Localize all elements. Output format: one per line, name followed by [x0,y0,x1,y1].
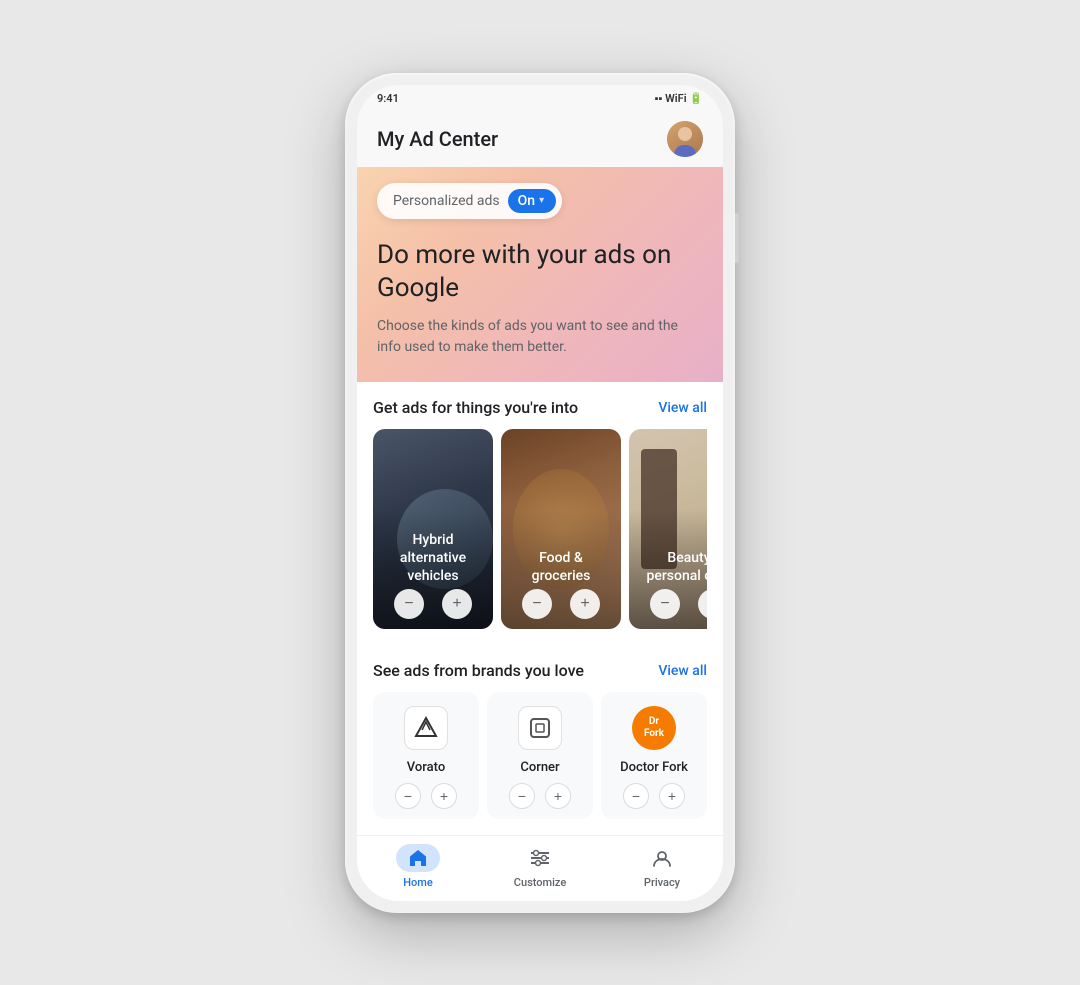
interest-card-food[interactable]: Food & groceries − + [501,429,621,629]
nav-privacy[interactable]: Privacy [601,844,723,889]
like-hybrid-button[interactable]: + [442,589,472,619]
nav-customize[interactable]: Customize [479,844,601,889]
status-bar: 9:41 ▪▪ WiFi 🔋 [357,85,723,113]
nav-home[interactable]: Home [357,844,479,889]
corner-icon [528,716,552,740]
nav-privacy-label: Privacy [644,876,680,889]
nav-privacy-icon-wrap [640,844,684,872]
brands-view-all[interactable]: View all [658,663,707,679]
card-actions-food: − + [501,589,621,619]
brands-section: See ads from brands you love View all Vo… [357,645,723,827]
hero-subtitle: Choose the kinds of ads you want to see … [377,316,703,358]
time: 9:41 [377,92,399,105]
nav-customize-icon-wrap [518,844,562,872]
dislike-food-button[interactable]: − [522,589,552,619]
avatar[interactable] [667,121,703,157]
corner-actions: − + [509,783,571,809]
home-icon [407,847,429,869]
like-corner-button[interactable]: + [545,783,571,809]
card-actions-hybrid: − + [373,589,493,619]
brand-card-corner[interactable]: Corner − + [487,692,593,819]
card-label-hybrid: Hybrid alternative vehicles [373,531,493,586]
on-label: On [518,193,535,209]
hero-section: Personalized ads On ▾ Do more with your … [357,167,723,383]
like-doctorfork-button[interactable]: + [659,783,685,809]
chevron-down-icon: ▾ [539,195,544,206]
personalized-ads-pill[interactable]: Personalized ads On ▾ [377,183,562,219]
brand-card-doctorfork[interactable]: DrFork Doctor Fork − + [601,692,707,819]
corner-logo [518,706,562,750]
like-beauty-button[interactable]: + [698,589,707,619]
card-actions-beauty: − + [629,589,707,619]
brand-card-vorato[interactable]: Vorato − + [373,692,479,819]
dislike-doctorfork-button[interactable]: − [623,783,649,809]
hero-title: Do more with your ads on Google [377,239,703,307]
nav-customize-label: Customize [514,876,566,889]
vorato-logo [404,706,448,750]
dislike-corner-button[interactable]: − [509,783,535,809]
app-header: My Ad Center [357,113,723,167]
corner-name: Corner [520,760,559,775]
doctorfork-name: Doctor Fork [620,760,688,775]
dislike-vorato-button[interactable]: − [395,783,421,809]
status-icons: ▪▪ WiFi 🔋 [655,92,703,105]
doctorfork-logo: DrFork [632,706,676,750]
vorato-icon [412,714,440,742]
privacy-icon [651,847,673,869]
like-vorato-button[interactable]: + [431,783,457,809]
page-title: My Ad Center [377,127,498,151]
avatar-image [667,121,703,157]
brands-title: See ads from brands you love [373,661,584,680]
dislike-beauty-button[interactable]: − [650,589,680,619]
on-toggle[interactable]: On ▾ [508,189,556,213]
interest-card-hybrid[interactable]: Hybrid alternative vehicles − + [373,429,493,629]
nav-home-icon-wrap [396,844,440,872]
nav-home-label: Home [403,876,433,889]
scroll-content[interactable]: Personalized ads On ▾ Do more with your … [357,167,723,835]
brands-grid: Vorato − + [373,692,707,819]
vorato-name: Vorato [407,760,445,775]
vorato-actions: − + [395,783,457,809]
interest-cards-row: Hybrid alternative vehicles − + Food & g… [373,429,707,633]
interests-title: Get ads for things you're into [373,398,578,417]
doctorfork-icon-text: DrFork [644,716,664,740]
interests-view-all[interactable]: View all [658,400,707,416]
power-button [735,213,739,263]
like-food-button[interactable]: + [570,589,600,619]
dislike-hybrid-button[interactable]: − [394,589,424,619]
interests-section: Get ads for things you're into View all … [357,382,723,641]
card-label-food: Food & groceries [501,549,621,585]
interests-header: Get ads for things you're into View all [373,398,707,417]
phone-screen: 9:41 ▪▪ WiFi 🔋 My Ad Center Personalized… [357,85,723,901]
interest-card-beauty[interactable]: Beauty personal care − + [629,429,707,629]
customize-icon [529,847,551,869]
doctorfork-actions: − + [623,783,685,809]
bottom-navigation: Home Customize [357,835,723,901]
brands-header: See ads from brands you love View all [373,661,707,680]
phone-frame: 9:41 ▪▪ WiFi 🔋 My Ad Center Personalized… [345,73,735,913]
personalized-ads-label: Personalized ads [393,193,500,209]
card-label-beauty: Beauty personal care [629,549,707,585]
